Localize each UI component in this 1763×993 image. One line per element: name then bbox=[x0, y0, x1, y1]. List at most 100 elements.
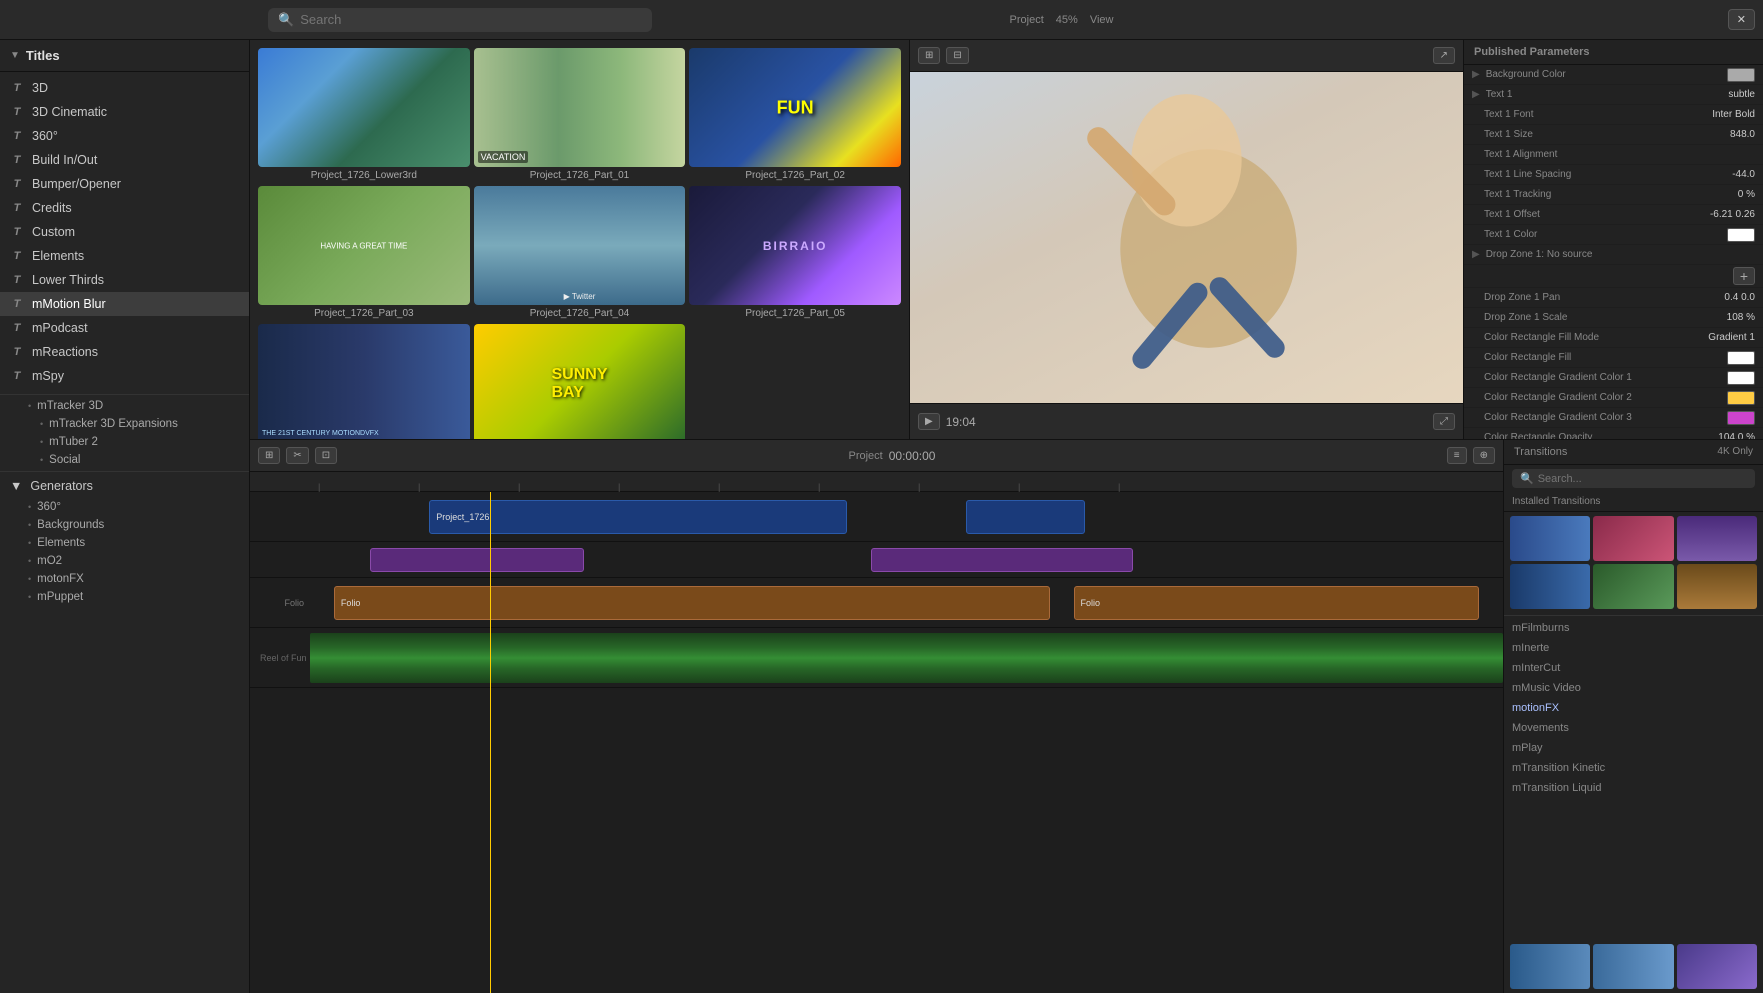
play-button[interactable]: ▶ bbox=[918, 413, 940, 430]
transition-thumbnail[interactable] bbox=[1510, 516, 1590, 561]
preview-fit-btn[interactable]: ⊟ bbox=[946, 47, 968, 64]
top-bar: 🔍 Project 45% View ✕ bbox=[0, 0, 1763, 40]
transition-category-mmusicvideo[interactable]: mMusic Video bbox=[1504, 678, 1763, 698]
top-bar-center: Project 45% View bbox=[660, 14, 1463, 26]
playhead[interactable] bbox=[490, 492, 491, 993]
sidebar-scroll[interactable]: T 3D T 3D Cinematic T 360° T Build In/Ou… bbox=[0, 72, 249, 993]
sidebar-sub-social[interactable]: • Social bbox=[0, 451, 249, 469]
titles-icon: T bbox=[10, 298, 24, 310]
sidebar-item-custom[interactable]: T Custom bbox=[0, 220, 249, 244]
transition-category-movements[interactable]: Movements bbox=[1504, 718, 1763, 738]
transitions-search-input[interactable] bbox=[1538, 473, 1747, 485]
transition-category-mfilmburns[interactable]: mFilmburns bbox=[1504, 618, 1763, 638]
timeline-blade-btn[interactable]: ✂ bbox=[286, 447, 308, 464]
sidebar-item-credits[interactable]: T Credits bbox=[0, 196, 249, 220]
timeline-clip-btn[interactable]: ⊞ bbox=[258, 447, 280, 464]
transition-thumbnail[interactable] bbox=[1593, 944, 1673, 989]
clip[interactable]: Project_1726 bbox=[429, 500, 847, 534]
clip[interactable] bbox=[871, 548, 1133, 572]
drop-zone-add-btn[interactable]: + bbox=[1733, 267, 1755, 285]
timeline-zoom-btn[interactable]: ⊕ bbox=[1473, 447, 1495, 464]
clip[interactable] bbox=[966, 500, 1085, 534]
sidebar-item-build[interactable]: T Build In/Out bbox=[0, 148, 249, 172]
param-row-grad1: Color Rectangle Gradient Color 1 bbox=[1464, 368, 1763, 388]
sub-item-label: 360° bbox=[37, 501, 61, 513]
installed-label: Installed Transitions bbox=[1504, 492, 1763, 512]
ruler-mark: | bbox=[1018, 482, 1020, 492]
sidebar-item-elements[interactable]: T Elements bbox=[0, 244, 249, 268]
clip[interactable]: Folio bbox=[334, 586, 1050, 620]
param-row-grad2: Color Rectangle Gradient Color 2 bbox=[1464, 388, 1763, 408]
sidebar-item-360[interactable]: T 360° bbox=[0, 124, 249, 148]
transition-thumbnail[interactable] bbox=[1593, 516, 1673, 561]
transition-thumbnail[interactable] bbox=[1510, 564, 1590, 609]
search-icon: 🔍 bbox=[278, 12, 294, 28]
view-label[interactable]: View bbox=[1090, 14, 1114, 26]
sidebar-item-mpodcast[interactable]: T mPodcast bbox=[0, 316, 249, 340]
color-swatch[interactable] bbox=[1727, 68, 1755, 82]
browser-item[interactable]: FUN Project_1726_Part_02 bbox=[689, 48, 901, 182]
browser-item[interactable]: VACATION Project_1726_Part_01 bbox=[474, 48, 686, 182]
sidebar-gen-360[interactable]: • 360° bbox=[0, 498, 249, 516]
sidebar-item-3d[interactable]: T 3D bbox=[0, 76, 249, 100]
param-row-tracking: Text 1 Tracking 0 % bbox=[1464, 185, 1763, 205]
timeline-view-btn[interactable]: ≡ bbox=[1447, 447, 1467, 464]
timeline-magnet-btn[interactable]: ⊡ bbox=[315, 447, 337, 464]
transitions-categories-scroll[interactable]: mFilmburns mInerte mInterCut mMusic Vide… bbox=[1504, 618, 1763, 939]
sidebar-item-lower-thirds[interactable]: T Lower Thirds bbox=[0, 268, 249, 292]
transition-thumbnail[interactable] bbox=[1677, 564, 1757, 609]
transitions-search[interactable]: 🔍 bbox=[1512, 469, 1755, 488]
color-swatch[interactable] bbox=[1727, 228, 1755, 242]
track-content bbox=[310, 542, 1503, 577]
sidebar-sub-mtracker3d[interactable]: • mTracker 3D bbox=[0, 397, 249, 415]
browser-item[interactable]: THE 21ST CENTURY MOTIONDVFX Project_1726… bbox=[258, 324, 470, 439]
color-swatch[interactable] bbox=[1727, 411, 1755, 425]
bullet-icon: • bbox=[28, 538, 31, 548]
transition-category-mtransliquid[interactable]: mTransition Liquid bbox=[1504, 778, 1763, 798]
color-swatch[interactable] bbox=[1727, 391, 1755, 405]
sidebar-item-bumper[interactable]: T Bumper/Opener bbox=[0, 172, 249, 196]
fullscreen-toggle[interactable]: ⤢ bbox=[1433, 413, 1455, 430]
sidebar-item-3d-cinematic[interactable]: T 3D Cinematic bbox=[0, 100, 249, 124]
sidebar-item-mmotion[interactable]: T mMotion Blur bbox=[0, 292, 249, 316]
sidebar-sub-mtracker-exp[interactable]: • mTracker 3D Expansions bbox=[0, 415, 249, 433]
transition-thumbnail[interactable] bbox=[1677, 516, 1757, 561]
param-label: Drop Zone 1: No source bbox=[1486, 249, 1755, 260]
transition-category-mplay[interactable]: mPlay bbox=[1504, 738, 1763, 758]
transition-category-mintercut[interactable]: mInterCut bbox=[1504, 658, 1763, 678]
transition-category-mtranskinetic[interactable]: mTransition Kinetic bbox=[1504, 758, 1763, 778]
sidebar-gen-mo2[interactable]: • mO2 bbox=[0, 552, 249, 570]
sidebar-gen-mpuppet[interactable]: • mPuppet bbox=[0, 588, 249, 606]
sidebar-gen-elements[interactable]: • Elements bbox=[0, 534, 249, 552]
bullet-icon: • bbox=[28, 592, 31, 602]
browser-item[interactable]: HAVING A GREAT TIME Project_1726_Part_03 bbox=[258, 186, 470, 320]
browser-item[interactable]: BIRRAIO Project_1726_Part_05 bbox=[689, 186, 901, 320]
sidebar-gen-backgrounds[interactable]: • Backgrounds bbox=[0, 516, 249, 534]
sidebar-gen-motonfx[interactable]: • motonFX bbox=[0, 570, 249, 588]
search-input[interactable] bbox=[300, 12, 642, 27]
transition-category-minerte[interactable]: mInerte bbox=[1504, 638, 1763, 658]
bullet-icon: • bbox=[28, 556, 31, 566]
params-scroll[interactable]: ▶ Background Color ▶ Text 1 subtle Text … bbox=[1464, 65, 1763, 439]
preview-fullscreen-btn[interactable]: ⊞ bbox=[918, 47, 940, 64]
browser-item[interactable]: SUNNYBAY Project_1726_Title bbox=[474, 324, 686, 439]
sidebar-sub-mtuber[interactable]: • mTuber 2 bbox=[0, 433, 249, 451]
sidebar-generators-header[interactable]: ▼ Generators bbox=[0, 474, 249, 498]
sidebar-item-mreactions[interactable]: T mReactions bbox=[0, 340, 249, 364]
clip[interactable] bbox=[370, 548, 585, 572]
transition-thumbnail[interactable] bbox=[1510, 944, 1590, 989]
sidebar-item-mspy[interactable]: T mSpy bbox=[0, 364, 249, 388]
window-close-button[interactable]: ✕ bbox=[1728, 9, 1755, 30]
browser-item[interactable]: ▶ Twitter Project_1726_Part_04 bbox=[474, 186, 686, 320]
transition-category-motionfx[interactable]: motionFX bbox=[1504, 698, 1763, 718]
transition-thumbnail[interactable] bbox=[1593, 564, 1673, 609]
browser-item[interactable]: Project_1726_Lower3rd bbox=[258, 48, 470, 182]
timeline-tracks: Project_1726 bbox=[250, 492, 1503, 993]
sidebar-collapse-icon[interactable]: ▼ bbox=[10, 50, 20, 61]
preview-export-btn[interactable]: ↗ bbox=[1433, 47, 1455, 64]
clip[interactable]: Folio bbox=[1074, 586, 1480, 620]
color-swatch[interactable] bbox=[1727, 371, 1755, 385]
search-box[interactable]: 🔍 bbox=[268, 8, 652, 32]
color-swatch[interactable] bbox=[1727, 351, 1755, 365]
transition-thumbnail[interactable] bbox=[1677, 944, 1757, 989]
